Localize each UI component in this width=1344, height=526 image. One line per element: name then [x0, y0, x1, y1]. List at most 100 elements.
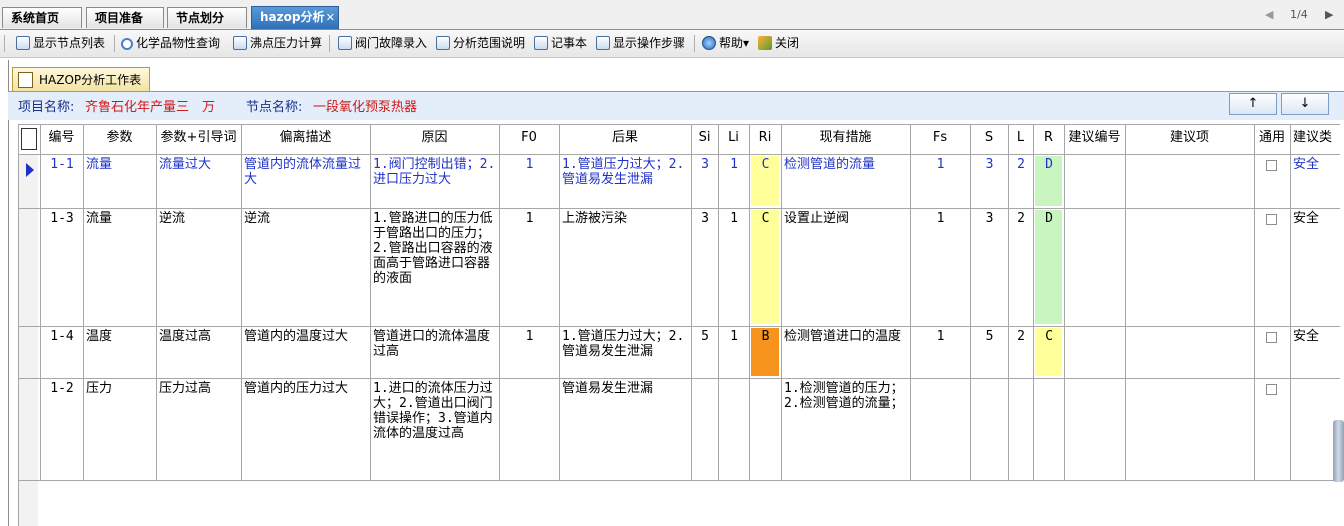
col-ri-cell[interactable]: C — [749, 208, 781, 326]
col-l-cell[interactable] — [1008, 378, 1033, 480]
close-button[interactable]: 关闭 — [758, 33, 799, 53]
col-s-header[interactable]: S — [970, 124, 1008, 154]
col-measure-cell[interactable]: 检测管道进口的温度 — [781, 326, 910, 378]
col-r-cell[interactable] — [1033, 378, 1064, 480]
col-s-cell[interactable]: 3 — [970, 154, 1008, 208]
col-guide-header[interactable]: 参数+引导词 — [156, 124, 241, 154]
col-li-cell[interactable]: 1 — [718, 208, 749, 326]
col-l-cell[interactable]: 2 — [1008, 208, 1033, 326]
col-ri-header[interactable]: Ri — [749, 124, 781, 154]
col-param-cell[interactable]: 流量 — [83, 154, 156, 208]
close-tab-icon[interactable]: ✕ — [326, 7, 335, 28]
col-guide-cell[interactable]: 逆流 — [156, 208, 241, 326]
tab-hazop-worksheet[interactable]: HAZOP分析工作表 — [12, 67, 150, 91]
col-measure-header[interactable]: 现有措施 — [781, 124, 910, 154]
col-id-header[interactable]: 编号 — [40, 124, 83, 154]
header-select-all-corner[interactable] — [18, 124, 40, 154]
col-consequence-cell[interactable]: 1.管道压力过大；2.管道易发生泄漏 — [559, 154, 691, 208]
col-sug-no-header[interactable]: 建议编号 — [1064, 124, 1125, 154]
col-r-cell[interactable]: D — [1033, 154, 1064, 208]
col-fs-cell[interactable]: 1 — [910, 154, 970, 208]
col-sug-header[interactable]: 建议项 — [1125, 124, 1254, 154]
col-r-header[interactable]: R — [1033, 124, 1064, 154]
col-f0-header[interactable]: F0 — [499, 124, 559, 154]
common-checkbox[interactable] — [1266, 332, 1277, 343]
col-f0-cell[interactable]: 1 — [499, 326, 559, 378]
show-steps-button[interactable]: 显示操作步骤 — [596, 33, 685, 53]
col-consequence-cell[interactable]: 管道易发生泄漏 — [559, 378, 691, 480]
col-sug-type-cell[interactable]: 安全 — [1290, 154, 1340, 208]
col-r-cell[interactable]: C — [1033, 326, 1064, 378]
col-si-cell[interactable]: 5 — [691, 326, 718, 378]
tab-home[interactable]: 系统首页 — [2, 7, 82, 28]
tab-hazop-analysis[interactable]: hazop分析 ✕ — [251, 6, 339, 29]
col-cause-cell[interactable]: 1.阀门控制出错；2.进口压力过大 — [370, 154, 499, 208]
col-li-header[interactable]: Li — [718, 124, 749, 154]
col-param-header[interactable]: 参数 — [83, 124, 156, 154]
col-l-cell[interactable]: 2 — [1008, 154, 1033, 208]
col-cause-header[interactable]: 原因 — [370, 124, 499, 154]
chemical-property-query-button[interactable]: 化学品物性查询 — [121, 33, 220, 53]
col-deviation-cell[interactable]: 逆流 — [241, 208, 370, 326]
col-deviation-cell[interactable]: 管道内的压力过大 — [241, 378, 370, 480]
col-param-cell[interactable]: 压力 — [83, 378, 156, 480]
col-ri-cell[interactable] — [749, 378, 781, 480]
col-sug-no-cell[interactable] — [1064, 208, 1125, 326]
common-checkbox[interactable] — [1266, 384, 1277, 395]
col-sug-cell[interactable] — [1125, 208, 1254, 326]
col-deviation-cell[interactable]: 管道内的温度过大 — [241, 326, 370, 378]
common-checkbox[interactable] — [1266, 160, 1277, 171]
col-sug-type-cell[interactable]: 安全 — [1290, 326, 1340, 378]
col-consequence-cell[interactable]: 1.管道压力过大；2.管道易发生泄漏 — [559, 326, 691, 378]
tab-project-prep[interactable]: 项目准备 — [86, 7, 164, 28]
col-ri-cell[interactable]: B — [749, 326, 781, 378]
col-deviation-cell[interactable]: 管道内的流体流量过大 — [241, 154, 370, 208]
col-s-cell[interactable]: 3 — [970, 208, 1008, 326]
valve-fault-entry-button[interactable]: 阀门故障录入 — [338, 33, 427, 53]
col-deviation-header[interactable]: 偏离描述 — [241, 124, 370, 154]
col-sug-type-header[interactable]: 建议类 — [1290, 124, 1340, 154]
col-fs-header[interactable]: Fs — [910, 124, 970, 154]
col-consequence-header[interactable]: 后果 — [559, 124, 691, 154]
col-measure-cell[interactable]: 1.检测管道的压力；2.检测管道的流量； — [781, 378, 910, 480]
col-f0-cell[interactable]: 1 — [499, 154, 559, 208]
col-param-cell[interactable]: 温度 — [83, 326, 156, 378]
col-f0-cell[interactable]: 1 — [499, 208, 559, 326]
col-guide-cell[interactable]: 温度过高 — [156, 326, 241, 378]
tab-node-division[interactable]: 节点划分 — [167, 7, 247, 28]
col-li-cell[interactable]: 1 — [718, 326, 749, 378]
col-measure-cell[interactable]: 检测管道的流量 — [781, 154, 910, 208]
col-consequence-cell[interactable]: 上游被污染 — [559, 208, 691, 326]
boiling-pressure-calc-button[interactable]: 沸点压力计算 — [233, 33, 322, 53]
col-common-header[interactable]: 通用 — [1254, 124, 1290, 154]
col-sug-no-cell[interactable] — [1064, 378, 1125, 480]
col-li-cell[interactable]: 1 — [718, 154, 749, 208]
col-l-cell[interactable]: 2 — [1008, 326, 1033, 378]
col-s-cell[interactable] — [970, 378, 1008, 480]
analysis-scope-button[interactable]: 分析范围说明 — [436, 33, 525, 53]
scrollbar-thumb[interactable] — [1333, 420, 1344, 482]
help-menu-button[interactable]: 帮助▾ — [702, 33, 749, 53]
col-fs-cell[interactable]: 1 — [910, 326, 970, 378]
col-guide-cell[interactable]: 压力过高 — [156, 378, 241, 480]
col-cause-cell[interactable]: 1.进口的流体压力过大；2.管道出口阀门错误操作；3.管道内流体的温度过高 — [370, 378, 499, 480]
col-f0-cell[interactable] — [499, 378, 559, 480]
col-measure-cell[interactable]: 设置止逆阀 — [781, 208, 910, 326]
col-si-cell[interactable] — [691, 378, 718, 480]
col-sug-no-cell[interactable] — [1064, 154, 1125, 208]
common-checkbox[interactable] — [1266, 214, 1277, 225]
col-fs-cell[interactable] — [910, 378, 970, 480]
col-id-cell[interactable]: 1-3 — [40, 208, 83, 326]
col-param-cell[interactable]: 流量 — [83, 208, 156, 326]
col-cause-cell[interactable]: 管道进口的流体温度过高 — [370, 326, 499, 378]
col-r-cell[interactable]: D — [1033, 208, 1064, 326]
move-up-button[interactable]: ↑ — [1229, 93, 1277, 115]
col-id-cell[interactable]: 1-2 — [40, 378, 83, 480]
next-page-icon[interactable]: ▶ — [1325, 8, 1333, 24]
col-s-cell[interactable]: 5 — [970, 326, 1008, 378]
show-node-list-button[interactable]: 显示节点列表 — [16, 33, 105, 53]
notepad-button[interactable]: 记事本 — [534, 33, 587, 53]
col-si-cell[interactable]: 3 — [691, 154, 718, 208]
prev-page-icon[interactable]: ◀ — [1265, 8, 1273, 24]
col-sug-no-cell[interactable] — [1064, 326, 1125, 378]
